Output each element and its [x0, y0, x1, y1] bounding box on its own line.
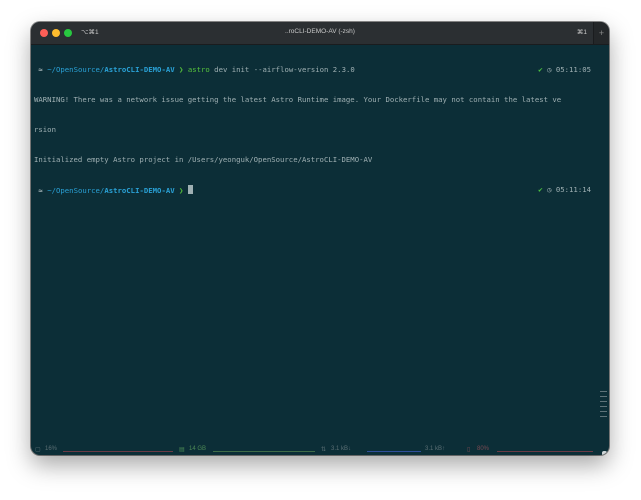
prompt-path: ~/OpenSource/	[42, 186, 105, 195]
right-prompt: ✔ ◷ 05:11:14	[538, 185, 591, 195]
battery-icon: ▯	[467, 447, 471, 453]
status-ok-icon: ✔	[538, 65, 543, 74]
terminal-output[interactable]: ≈ ~/OpenSource/AstroCLI-DEMO-AV ❯ astro …	[31, 45, 597, 435]
prompt-path: ~/OpenSource/	[42, 65, 105, 74]
prompt-directory: AstroCLI-DEMO-AV	[104, 186, 175, 195]
output-line: rsion	[34, 125, 56, 134]
text-cursor	[187, 185, 193, 194]
battery-graph	[497, 451, 593, 452]
terminal-window: ⌥⌘1 ..roCLI-DEMO-AV (-zsh) ⌘1 + ≈ ~/Open…	[31, 22, 609, 455]
cpu-graph	[63, 451, 173, 452]
network-down: 3.1 kB↓	[331, 446, 352, 452]
right-prompt: ✔ ◷ 05:11:05	[538, 65, 591, 75]
scroll-marks	[600, 391, 607, 421]
output-line: WARNING! There was a network issue getti…	[34, 95, 562, 104]
command-program: astro	[187, 65, 210, 74]
memory-icon: ▤	[179, 447, 185, 453]
title-bar: ⌥⌘1 ..roCLI-DEMO-AV (-zsh) ⌘1 +	[31, 22, 609, 45]
prompt-time: ◷ 05:11:05	[547, 65, 591, 74]
prompt-directory: AstroCLI-DEMO-AV	[104, 65, 175, 74]
prompt-chevron-icon: ❯	[174, 65, 188, 74]
status-bar: ▢ 16% ▤ 14 GB ⇅ 3.1 kB↓ 3.1 kB↑ ▯ 80%	[31, 443, 609, 455]
window-title: ..roCLI-DEMO-AV (-zsh)	[285, 28, 355, 35]
network-icon: ⇅	[321, 447, 327, 453]
tab-shortcut-right: ⌘1	[576, 29, 587, 36]
cpu-icon: ▢	[35, 447, 41, 453]
prompt-chevron-icon: ❯	[174, 186, 188, 195]
new-tab-button[interactable]: +	[593, 22, 609, 44]
battery-level: 80%	[477, 446, 490, 452]
prompt-line: ≈ ~/OpenSource/AstroCLI-DEMO-AV ❯ ✔ ◷ 05…	[34, 185, 597, 195]
output-line: Initialized empty Astro project in /User…	[34, 155, 373, 164]
scrollbar[interactable]	[600, 45, 607, 455]
memory-usage: 14 GB	[189, 446, 207, 452]
prompt-time: ◷ 05:11:14	[547, 185, 591, 194]
network-up: 3.1 kB↑	[425, 446, 446, 452]
prompt-line: ≈ ~/OpenSource/AstroCLI-DEMO-AV ❯ astro …	[34, 65, 597, 75]
memory-graph	[213, 451, 315, 452]
status-ok-icon: ✔	[538, 185, 543, 194]
network-graph	[367, 451, 421, 452]
cpu-usage: 16%	[45, 446, 58, 452]
command-args: dev init --airflow-version 2.3.0	[209, 65, 355, 74]
